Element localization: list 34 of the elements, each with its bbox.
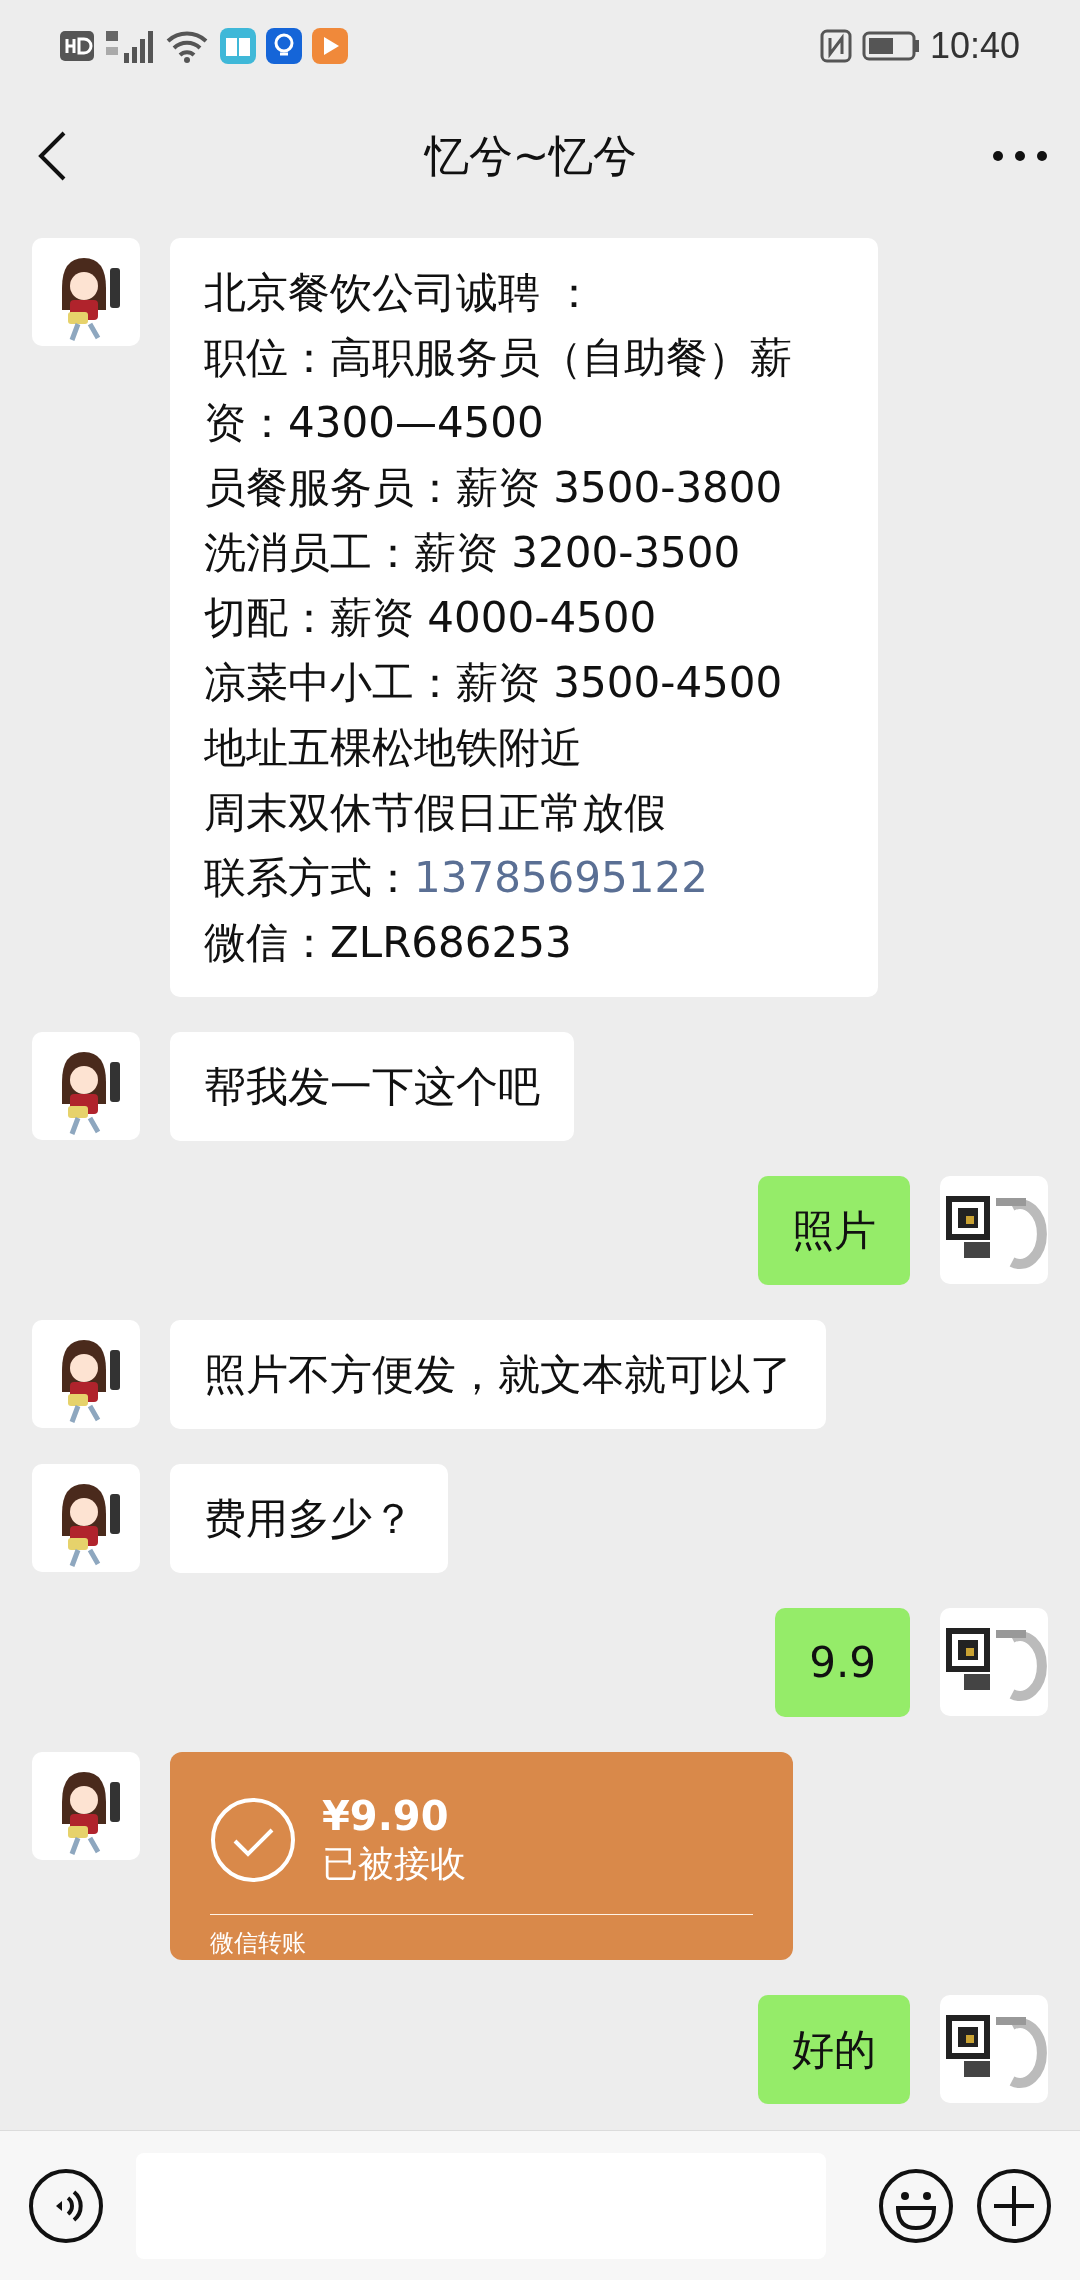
message-bubble[interactable]: 好的 [758,1995,910,2104]
signal-icon [104,29,156,63]
check-circle-icon [210,1797,296,1883]
message-bubble[interactable]: 帮我发一下这个吧 [170,1032,574,1141]
hd-icon [60,31,94,61]
bulb-icon [266,28,302,64]
phone-link[interactable]: 13785695122 [414,853,708,902]
message-bubble[interactable]: 照片不方便发，就文本就可以了 [170,1320,826,1429]
avatar[interactable] [32,238,140,346]
battery-icon [861,31,920,61]
message-bubble[interactable]: 北京餐饮公司诚聘 ： 职位：高职服务员（自助餐）薪资：4300—4500 员餐服务员：薪资 3500-3800 洗消员工：薪资 3200-3500 切配：薪资 4000-4500 凉菜中小工：薪资 3500-4500 地址五棵松地铁附近 周末双休节假日正常放假 联系方式：13785695122 微信：ZLR686253 [170,238,878,997]
clock-time: 10:40 [929,25,1020,67]
book-icon [220,28,256,64]
nfc-icon [819,29,852,63]
transfer-amount: ¥9.90 [322,1792,450,1840]
avatar[interactable] [32,1032,140,1140]
plus-icon[interactable] [976,2167,1052,2244]
message-bubble[interactable]: 照片 [758,1176,910,1285]
avatar[interactable] [32,1320,140,1428]
message-bubble[interactable]: 费用多少？ [170,1464,448,1573]
voice-icon[interactable] [28,2167,104,2244]
wifi-icon [166,29,210,63]
chat-title: 忆兮~忆兮 [423,128,639,183]
transfer-status: 已被接收 [322,1842,466,1886]
more-icon[interactable] [992,150,1048,162]
play-icon [312,28,348,64]
transfer-label: 微信转账 [210,1928,306,1959]
avatar[interactable] [940,1995,1048,2103]
avatar[interactable] [32,1464,140,1572]
avatar[interactable] [32,1752,140,1860]
message-bubble[interactable]: 9.9 [775,1608,910,1717]
avatar[interactable] [940,1608,1048,1716]
avatar[interactable] [940,1176,1048,1284]
emoji-icon[interactable] [878,2167,954,2244]
